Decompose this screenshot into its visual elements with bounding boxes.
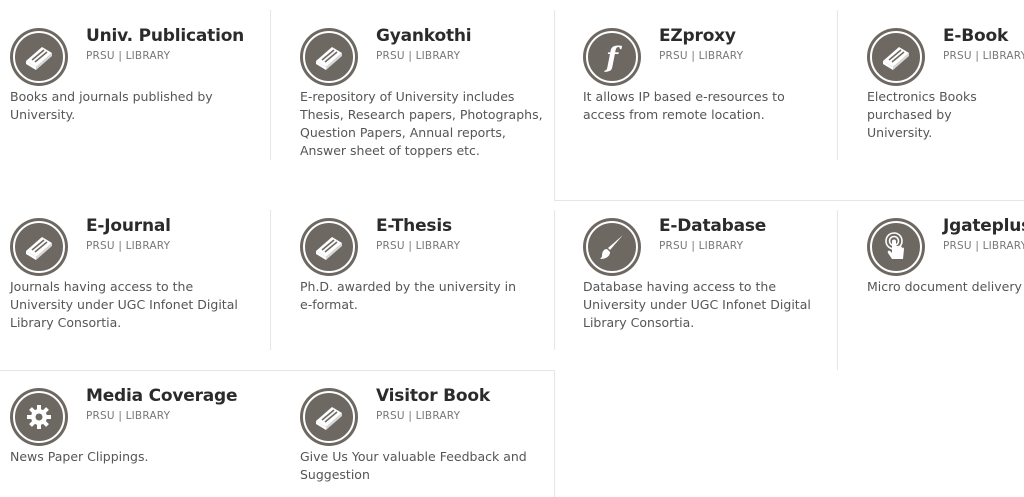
book-icon (10, 218, 68, 276)
card-description: News Paper Clippings. (10, 449, 149, 464)
card-description: E-repository of University includes Thes… (300, 89, 543, 158)
card-title: E-Thesis (376, 216, 452, 236)
book-icon (300, 218, 358, 276)
gear-icon (10, 388, 68, 446)
touch-icon (867, 218, 925, 276)
card-subtitle: PRSU | LIBRARY (86, 410, 171, 422)
card-description: Electronics Books purchased by Universit… (867, 89, 977, 140)
card-title: E-Journal (86, 216, 171, 236)
card-description: It allows IP based e-resources to access… (583, 89, 785, 122)
card-subtitle: PRSU | LIBRARY (376, 50, 461, 62)
card-subtitle: PRSU | LIBRARY (943, 50, 1024, 62)
book-icon (300, 388, 358, 446)
divider-horizontal (0, 370, 554, 371)
divider-vertical (270, 210, 271, 350)
function-icon: f (583, 28, 641, 86)
card-description: Ph.D. awarded by the university in e-for… (300, 279, 516, 312)
card-subtitle: PRSU | LIBRARY (943, 240, 1024, 252)
divider-vertical (554, 370, 555, 497)
card-title: E-Book (943, 26, 1009, 46)
card-subtitle: PRSU | LIBRARY (376, 240, 461, 252)
card-title: Visitor Book (376, 386, 490, 406)
divider-vertical (554, 210, 555, 350)
card-description: Micro document delivery (867, 279, 1022, 294)
divider-horizontal (554, 200, 1024, 201)
book-icon (10, 28, 68, 86)
card-description: Database having access to the University… (583, 279, 811, 330)
card-title: E-Database (659, 216, 767, 236)
card-subtitle: PRSU | LIBRARY (376, 410, 461, 422)
card-description: Give Us Your valuable Feedback and Sugge… (300, 449, 527, 482)
card-title: Univ. Publication (86, 26, 245, 46)
book-icon (867, 28, 925, 86)
card-title: Gyankothi (376, 26, 472, 46)
brush-icon (583, 218, 641, 276)
card-title: Jgateplus (943, 216, 1024, 236)
card-title: EZproxy (659, 26, 736, 46)
book-icon (300, 28, 358, 86)
card-subtitle: PRSU | LIBRARY (659, 50, 744, 62)
card-title: Media Coverage (86, 386, 238, 406)
card-subtitle: PRSU | LIBRARY (86, 50, 171, 62)
card-subtitle: PRSU | LIBRARY (86, 240, 171, 252)
divider-vertical (554, 10, 555, 200)
divider-vertical (270, 10, 271, 160)
card-description: Journals having access to the University… (10, 279, 238, 330)
divider-vertical (837, 10, 838, 160)
card-description: Books and journals published by Universi… (10, 89, 213, 122)
card-subtitle: PRSU | LIBRARY (659, 240, 744, 252)
divider-vertical (837, 210, 838, 370)
